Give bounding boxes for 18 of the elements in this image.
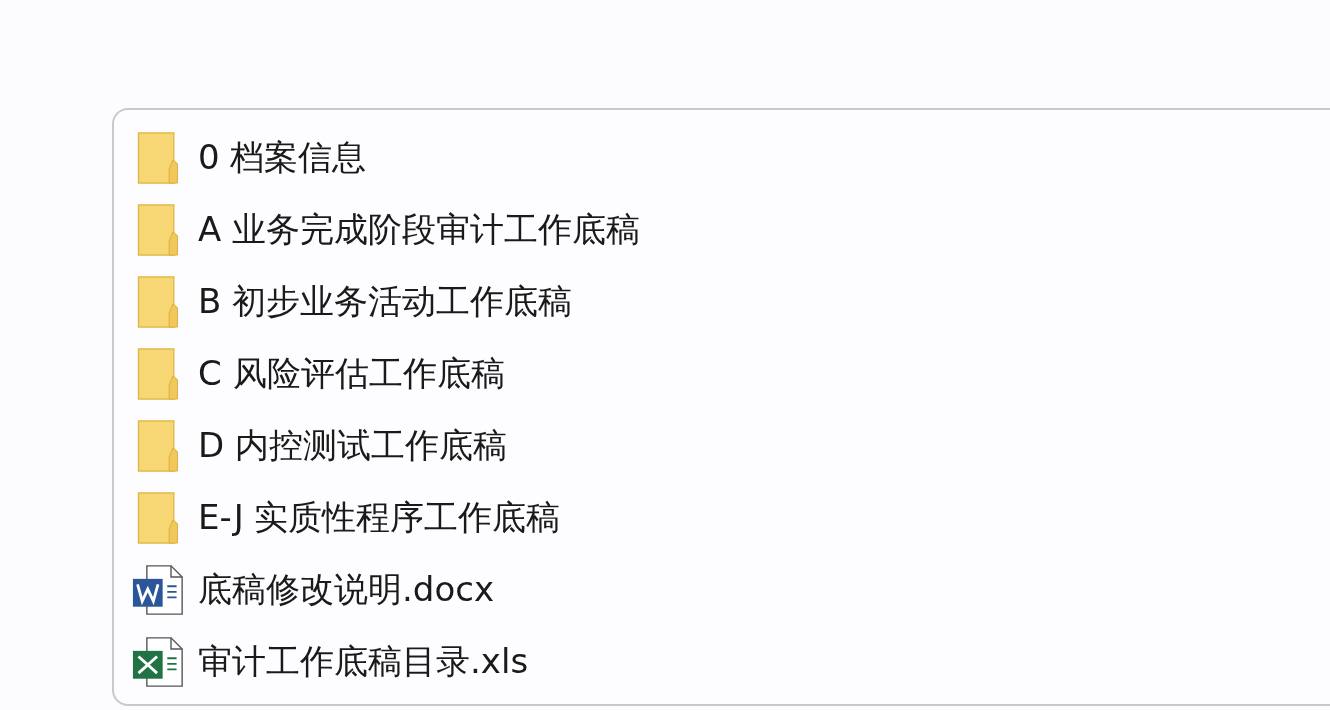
spreadsheet-document-icon — [132, 636, 184, 688]
file-item[interactable]: 底稿修改说明.docx — [132, 554, 1330, 626]
file-name: 底稿修改说明.docx — [198, 568, 494, 611]
file-name: 审计工作底稿目录.xls — [198, 640, 529, 683]
file-item[interactable]: 0 档案信息 — [132, 122, 1330, 194]
file-item[interactable]: D 内控测试工作底稿 — [132, 410, 1330, 482]
file-item[interactable]: B 初步业务活动工作底稿 — [132, 266, 1330, 338]
file-item[interactable]: 审计工作底稿目录.xls — [132, 626, 1330, 698]
file-item[interactable]: E-J 实质性程序工作底稿 — [132, 482, 1330, 554]
file-name: B 初步业务活动工作底稿 — [198, 280, 573, 323]
file-name: C 风险评估工作底稿 — [198, 352, 505, 395]
file-name: D 内控测试工作底稿 — [198, 424, 507, 467]
file-item[interactable]: A 业务完成阶段审计工作底稿 — [132, 194, 1330, 266]
file-name: A 业务完成阶段审计工作底稿 — [198, 208, 641, 251]
word-document-icon — [132, 564, 184, 616]
file-name: 0 档案信息 — [198, 136, 367, 179]
file-name: E-J 实质性程序工作底稿 — [198, 496, 561, 539]
file-item[interactable]: C 风险评估工作底稿 — [132, 338, 1330, 410]
